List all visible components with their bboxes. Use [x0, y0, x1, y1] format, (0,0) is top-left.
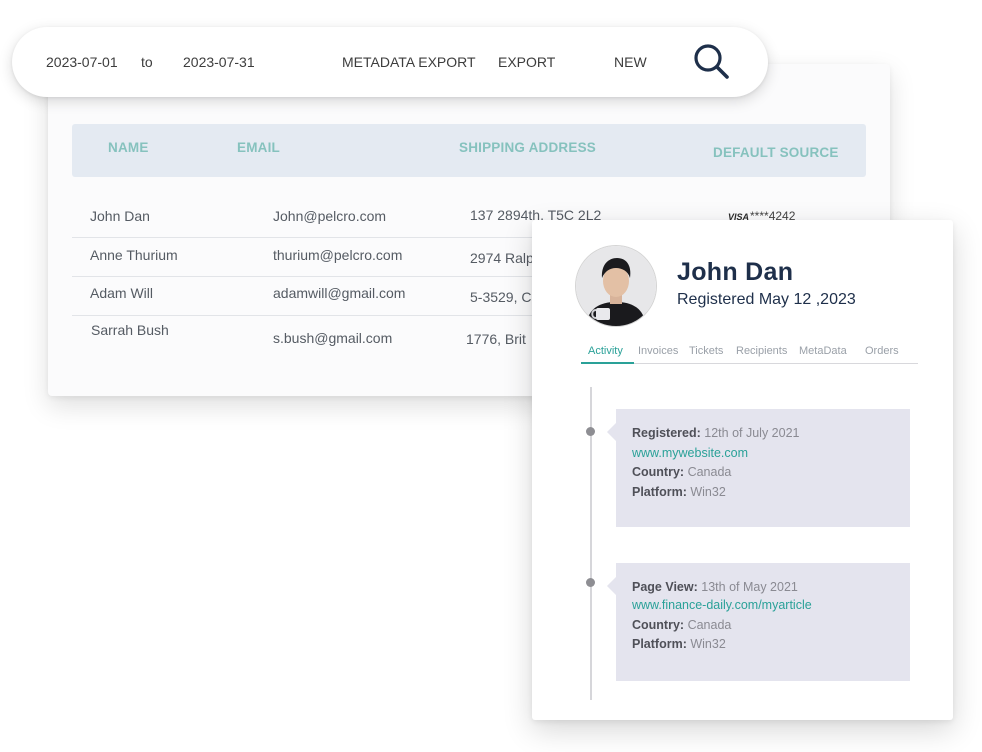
active-tab-indicator: [581, 362, 634, 364]
customer-address: 5-3529, C: [470, 289, 532, 305]
tab-tickets[interactable]: Tickets: [689, 345, 723, 357]
tab-recipients[interactable]: Recipients: [736, 345, 787, 357]
customer-address: 1776, Brit: [466, 331, 526, 347]
date-to-input[interactable]: 2023-07-31: [183, 54, 255, 70]
metadata-export-button[interactable]: METADATA EXPORT: [342, 54, 476, 70]
customer-email: s.bush@gmail.com: [273, 330, 393, 346]
profile-registered-date: Registered May 12 ,2023: [677, 291, 856, 308]
profile-name: John Dan: [677, 258, 794, 286]
event-country: Country: Canada: [632, 618, 732, 632]
date-range-separator: to: [141, 54, 153, 70]
event-title: Page View: 13th of May 2021: [632, 580, 798, 594]
column-header-name[interactable]: NAME: [108, 140, 149, 155]
event-platform: Platform: Win32: [632, 637, 726, 651]
search-icon[interactable]: [691, 41, 733, 83]
date-from-input[interactable]: 2023-07-01: [46, 54, 118, 70]
column-header-shipping-address[interactable]: SHIPPING ADDRESS: [459, 140, 596, 155]
customer-email: thurium@pelcro.com: [273, 247, 403, 263]
event-country: Country: Canada: [632, 465, 732, 479]
customer-profile-card: John Dan Registered May 12 ,2023 Activit…: [532, 220, 953, 720]
tab-activity[interactable]: Activity: [588, 345, 623, 357]
customer-email: John@pelcro.com: [273, 208, 387, 224]
customer-address: 2974 Ralp: [470, 250, 534, 266]
filter-bar: 2023-07-01 to 2023-07-31 METADATA EXPORT…: [12, 27, 768, 97]
column-header-email[interactable]: EMAIL: [237, 140, 280, 155]
event-link[interactable]: www.mywebsite.com: [632, 444, 894, 464]
customer-name: Anne Thurium: [90, 247, 178, 263]
table-header: NAME EMAIL SHIPPING ADDRESS DEFAULT SOUR…: [72, 124, 866, 177]
export-button[interactable]: EXPORT: [498, 54, 555, 70]
event-link[interactable]: www.finance-daily.com/myarticle: [632, 596, 894, 614]
event-platform: Platform: Win32: [632, 484, 726, 499]
customer-name: John Dan: [90, 208, 150, 224]
activity-event: Page View: 13th of May 2021 www.finance-…: [607, 563, 910, 681]
avatar: [576, 246, 656, 326]
event-title: Registered: 12th of July 2021: [632, 426, 800, 440]
customer-name: Adam Will: [90, 285, 154, 301]
tab-metadata[interactable]: MetaData: [799, 345, 847, 357]
column-header-default-source[interactable]: DEFAULT SOURCE: [713, 145, 839, 160]
tab-invoices[interactable]: Invoices: [638, 345, 678, 357]
timeline-dot: [586, 578, 595, 587]
activity-event: Registered: 12th of July 2021 www.mywebs…: [607, 409, 910, 527]
tab-orders[interactable]: Orders: [865, 345, 899, 357]
timeline-dot: [586, 427, 595, 436]
new-button[interactable]: NEW: [614, 54, 647, 70]
profile-tabs: Activity Invoices Tickets Recipients Met…: [581, 342, 918, 364]
customer-email: adamwill@gmail.com: [273, 285, 406, 301]
customer-name: Sarrah Bush: [91, 322, 169, 338]
